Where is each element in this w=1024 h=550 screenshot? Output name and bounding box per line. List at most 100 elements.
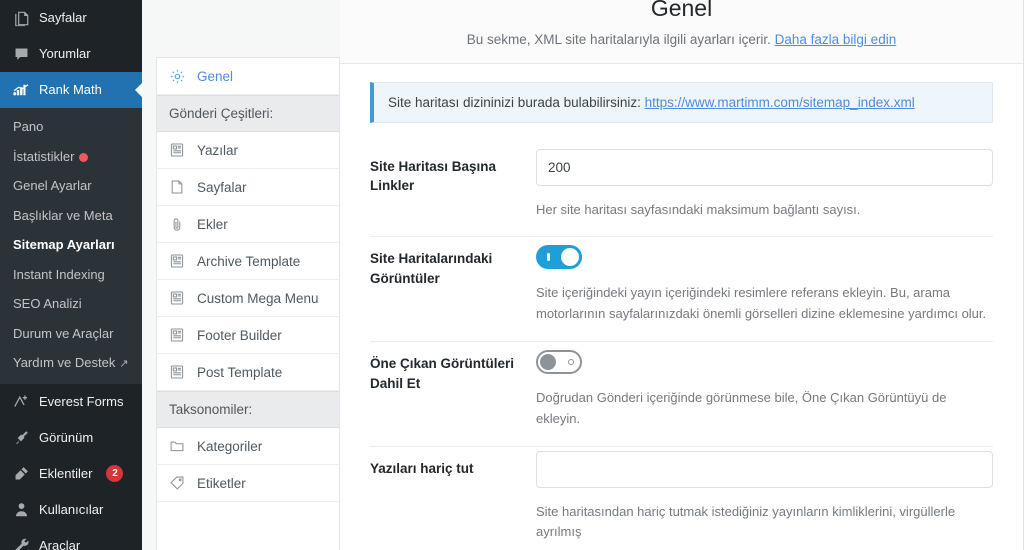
rank-math-settings-area: Genel Gönderi Çeşitleri: Yazılar Sayfala… [142,0,1024,550]
field-links-per-sitemap: Site Haritası Başına Linkler Her site ha… [370,145,993,238]
notification-dot-icon [79,152,89,162]
post-icon [169,289,187,307]
tools-icon [11,536,31,550]
sitemap-index-link[interactable]: https://www.martimm.com/sitemap_index.xm… [645,95,915,110]
sitemap-index-notice: Site haritası dizininizi burada bulabili… [370,81,993,123]
folder-icon [169,437,187,455]
tab-group-taxonomies: Taksonomiler: [157,391,339,428]
submenu-item-sitemap-ayarlari[interactable]: Sitemap Ayarları [0,230,142,260]
page-subtitle: Bu sekme, XML site haritalarıyla ilgili … [360,32,1003,47]
post-icon [169,326,187,344]
tab-archive-template[interactable]: Archive Template [157,243,339,280]
field-images-in-sitemaps: Site Haritalarındaki Görüntüler Site içe… [370,237,993,342]
wp-admin-sidebar: Sayfalar Yorumlar Rank Math Pano İstatis… [0,0,142,550]
post-icon [169,363,187,381]
plugins-icon [11,464,31,484]
submenu-label: İstatistikler [13,148,75,164]
tab-label: Post Template [197,364,283,380]
tab-custom-mega-menu[interactable]: Custom Mega Menu [157,280,339,317]
sidebar-item-eklentiler[interactable]: Eklentiler 2 [0,456,142,492]
toggle-knob [540,353,556,370]
notice-text: Site haritası dizininizi burada bulabili… [388,94,645,110]
sidebar-item-rank-math[interactable]: Rank Math [0,72,142,108]
field-description: Site içeriğindeki yayın içeriğindeki res… [536,285,987,322]
submenu-item-instant-indexing[interactable]: Instant Indexing [0,260,142,290]
field-include-featured-images: Öne Çıkan Görüntüleri Dahil Et Doğrudan … [370,342,993,447]
sitemap-tabs-panel: Genel Gönderi Çeşitleri: Yazılar Sayfala… [156,57,340,550]
users-icon [11,500,31,520]
page-title: Genel [650,0,713,21]
rank-math-icon [11,80,31,100]
tab-label: Kategoriler [197,438,263,454]
tab-footer-builder[interactable]: Footer Builder [157,317,339,354]
tab-label: Etiketler [197,475,246,491]
sidebar-item-gorunum[interactable]: Görünüm [0,420,142,456]
settings-body: Site haritası dizininizi burada bulabili… [340,64,1023,550]
submenu-item-genel-ayarlar[interactable]: Genel Ayarlar [0,171,142,201]
submenu-item-pano[interactable]: Pano [0,112,142,142]
images-in-sitemaps-toggle[interactable] [536,245,582,270]
tab-sayfalar[interactable]: Sayfalar [157,169,339,206]
field-control: Site haritasından hariç tutmak istediğin… [530,450,993,544]
sidebar-item-yorumlar[interactable]: Yorumlar [0,36,142,72]
external-link-icon: ↗ [119,358,129,370]
field-label: Site Haritası Başına Linkler [370,158,497,194]
tab-label: Sayfalar [197,179,247,195]
submenu-label: Durum ve Araçlar [13,325,114,341]
field-label: Öne Çıkan Görüntüleri Dahil Et [370,355,515,391]
plugins-update-badge: 2 [106,465,124,482]
submenu-item-durum-ve-araclar[interactable]: Durum ve Araçlar [0,319,142,349]
tab-label: Yazılar [197,142,239,158]
sidebar-item-label: Sayfalar [39,10,87,26]
sidebar-item-kullanicilar[interactable]: Kullanıcılar [0,492,142,528]
post-icon [169,252,187,270]
submenu-label: Yardım ve Destek [13,355,116,370]
field-exclude-posts: Yazıları hariç tut Site haritasından har… [370,447,993,550]
sidebar-item-label: Everest Forms [39,393,124,409]
submenu-item-istatistikler[interactable]: İstatistikler [0,142,142,172]
everest-forms-icon [11,392,31,412]
submenu-item-yardim-ve-destek[interactable]: Yardım ve Destek ↗ [0,348,142,378]
submenu-label: SEO Analizi [13,296,82,311]
field-description: Site haritasından hariç tutmak istediğin… [536,503,956,540]
toggle-off-mark-icon [568,358,574,365]
page-icon [169,178,187,196]
tab-kategoriler[interactable]: Kategoriler [157,428,339,465]
field-control: Site içeriğindeki yayın içeriğindeki res… [530,241,993,325]
sidebar-item-label: Görünüm [39,429,94,445]
tab-ekler[interactable]: Ekler [157,206,339,243]
tab-label: Archive Template [197,253,301,269]
sidebar-item-araclar[interactable]: Araçlar [0,528,142,550]
submenu-label: Instant Indexing [13,266,105,282]
comments-icon [11,44,31,64]
learn-more-link[interactable]: Daha fazla bilgi edin [775,32,897,47]
page-subtitle-text: Bu sekme, XML site haritalarıyla ilgili … [466,31,775,47]
exclude-posts-input[interactable] [536,450,993,488]
submenu-item-basliklar-ve-meta[interactable]: Başlıklar ve Meta [0,201,142,231]
field-label: Site Haritalarındaki Görüntüler [370,251,493,286]
pages-icon [11,8,31,28]
tab-post-template[interactable]: Post Template [157,354,339,391]
settings-main-panel: Genel Bu sekme, XML site haritalarıyla i… [340,0,1024,550]
sidebar-item-everest-forms[interactable]: Everest Forms [0,384,142,420]
gear-icon [169,67,187,85]
submenu-item-seo-analizi[interactable]: SEO Analizi [0,289,142,319]
tab-group-post-types: Gönderi Çeşitleri: [157,95,339,132]
appearance-icon [11,428,31,448]
tab-genel[interactable]: Genel [157,58,339,95]
tab-label: Genel [197,68,234,84]
submenu-label: Genel Ayarlar [13,178,92,193]
sidebar-item-sayfalar[interactable]: Sayfalar [0,0,142,36]
sidebar-item-label: Eklentiler [39,465,93,481]
field-description: Her site haritası sayfasındaki maksimum … [536,201,861,217]
field-description: Doğrudan Gönderi içeriğinde görünmese bi… [536,389,947,426]
post-icon [169,141,187,159]
include-featured-images-toggle[interactable] [536,349,582,374]
tab-yazilar[interactable]: Yazılar [157,132,339,169]
sidebar-item-label: Araçlar [39,537,81,550]
tab-etiketler[interactable]: Etiketler [157,465,339,502]
links-per-sitemap-input[interactable] [536,148,993,186]
rank-math-submenu: Pano İstatistikler Genel Ayarlar Başlıkl… [0,108,142,384]
tab-label: Ekler [197,216,228,232]
field-control: Doğrudan Gönderi içeriğinde görünmese bi… [530,346,993,430]
